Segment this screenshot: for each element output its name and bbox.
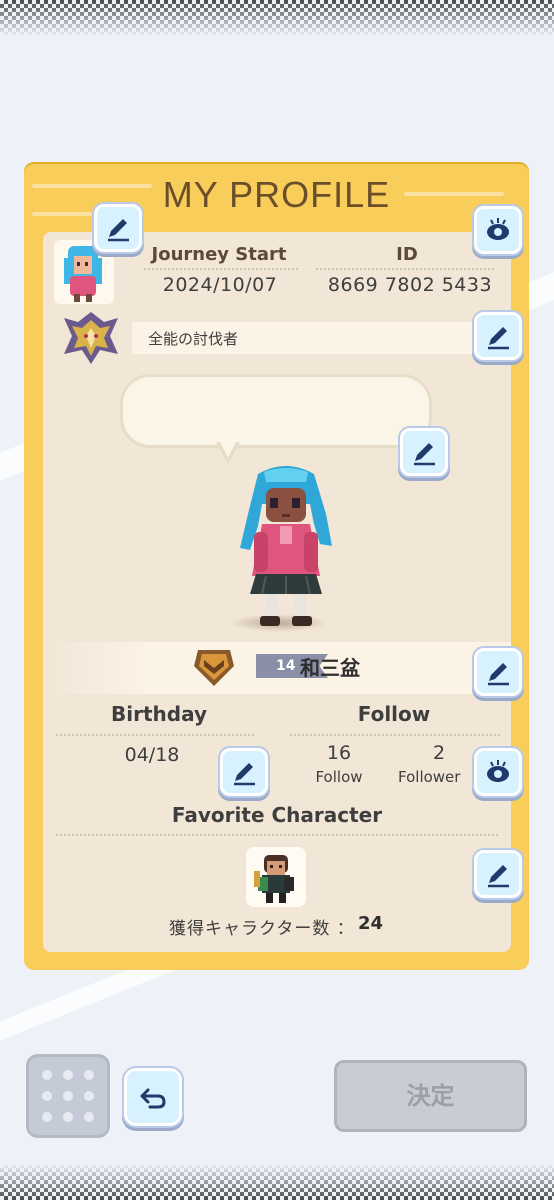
edit-name-button[interactable] (474, 648, 522, 696)
eye-icon (487, 218, 509, 240)
pencil-icon (488, 663, 509, 686)
back-arrow-icon (140, 1088, 166, 1109)
grid-dots-icon (63, 1091, 73, 1101)
id-value: 8669 7802 5433 (327, 274, 493, 296)
edit-message-button[interactable] (400, 428, 448, 476)
rank-emblem (60, 310, 122, 366)
grid-dots-icon (63, 1112, 73, 1122)
checker-border-top (0, 0, 554, 36)
checker-border-bottom (0, 1164, 554, 1200)
follow-sublabel: Follow (315, 768, 363, 786)
player-name: 和三盆 (300, 656, 360, 680)
character-figure (240, 466, 332, 626)
follow-label: Follow (357, 702, 431, 726)
grid-dots-icon (84, 1070, 94, 1080)
back-button[interactable] (124, 1068, 182, 1126)
grid-dots-icon (42, 1112, 52, 1122)
grid-dots-icon (63, 1070, 73, 1080)
speech-bubble-tail (216, 440, 240, 464)
favorite-character[interactable] (246, 847, 306, 907)
follow-count: 16 (326, 742, 352, 764)
birthday-label: Birthday (111, 702, 207, 726)
character-count-label: 獲得キャラクター数 ： (169, 919, 355, 939)
menu-grid-button[interactable] (26, 1054, 110, 1138)
grid-dots-icon (42, 1070, 52, 1080)
favorite-character-label: Favorite Character (171, 803, 383, 827)
follow-visibility-button[interactable] (474, 748, 522, 796)
pencil-icon (108, 219, 129, 242)
character-sprite (236, 464, 336, 634)
divider (56, 834, 500, 836)
pencil-icon (488, 865, 509, 888)
birthday-value: 04/18 (124, 744, 180, 766)
grid-dots-icon (84, 1112, 94, 1122)
eye-icon (487, 760, 509, 782)
edit-avatar-button[interactable] (94, 204, 142, 252)
edit-title-button[interactable] (474, 312, 522, 360)
character-count-value: 24 (358, 913, 384, 934)
divider (316, 268, 496, 270)
pencil-icon (414, 443, 435, 466)
level-badge-icon (194, 650, 234, 686)
pencil-icon (488, 327, 509, 350)
follower-count: 2 (432, 742, 446, 764)
level-badge (192, 646, 236, 688)
divider (56, 734, 256, 736)
grid-dots-icon (84, 1091, 94, 1101)
pencil-icon (234, 763, 255, 786)
visibility-toggle-button[interactable] (474, 206, 522, 254)
confirm-button[interactable]: 決定 (334, 1060, 527, 1132)
grid-dots-icon (42, 1091, 52, 1101)
journey-start-label: Journey Start (151, 244, 287, 265)
speech-bubble[interactable] (120, 374, 432, 448)
profile-card: MY PROFILE Journey Start 2024/10/07 ID 8… (24, 162, 529, 970)
journey-start-value: 2024/10/07 (162, 274, 278, 296)
follower-sublabel: Follower (398, 768, 461, 786)
edit-favorite-button[interactable] (474, 850, 522, 898)
edit-birthday-button[interactable] (220, 748, 268, 796)
player-title: 全能の討伐者 (148, 330, 239, 348)
favorite-character-sprite (254, 855, 294, 903)
divider (144, 268, 298, 270)
emblem-icon (64, 312, 118, 364)
id-label: ID (396, 244, 418, 265)
divider (290, 734, 500, 736)
